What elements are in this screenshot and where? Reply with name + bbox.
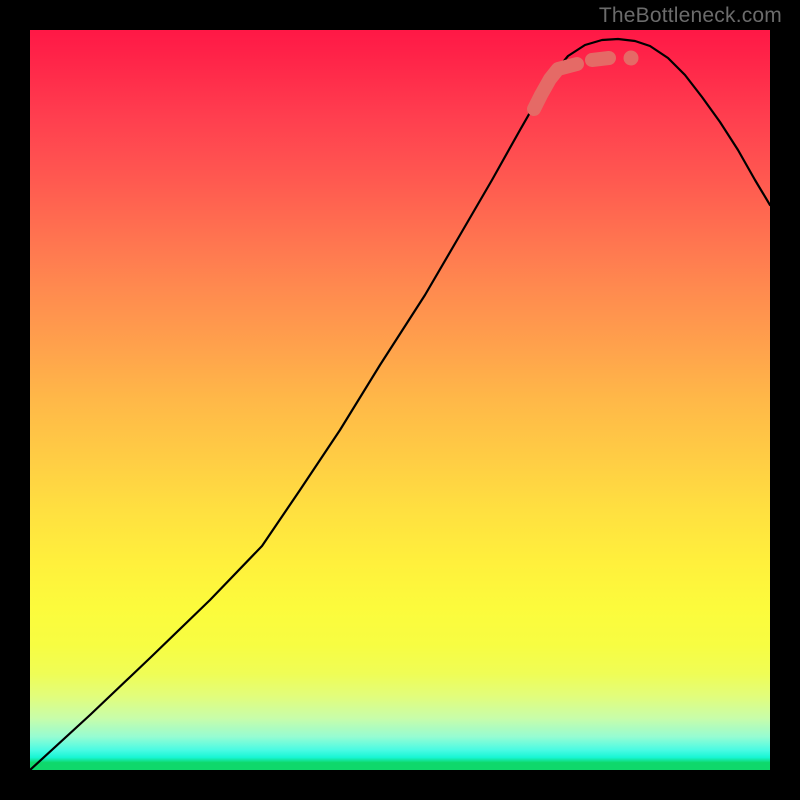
- marker-dash-segment: [592, 58, 609, 60]
- chart-plot-area: [30, 30, 770, 770]
- marker-dot: [624, 51, 639, 66]
- bottleneck-curve-line: [30, 39, 770, 770]
- chart-svg: [30, 30, 770, 770]
- marker-corner-segment: [534, 64, 577, 109]
- attribution-text: TheBottleneck.com: [599, 4, 782, 28]
